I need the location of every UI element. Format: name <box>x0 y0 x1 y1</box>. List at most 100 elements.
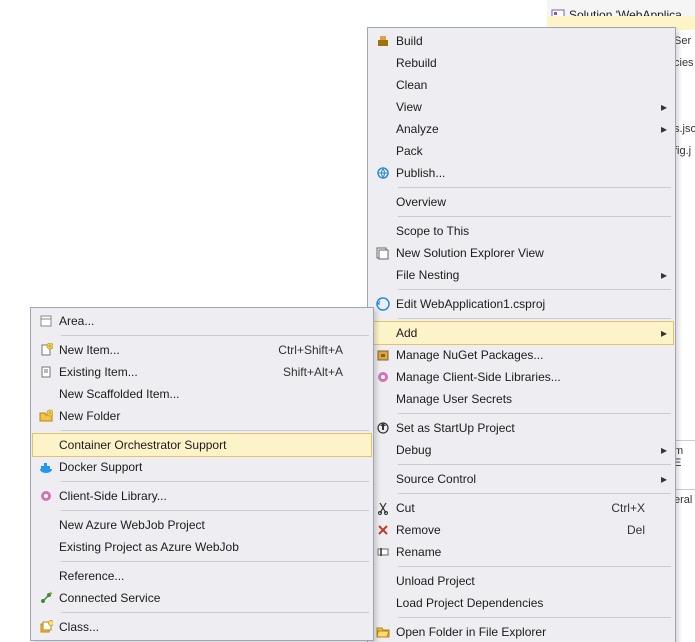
project-menu-item-source-control[interactable]: Source Control▸ <box>370 468 673 490</box>
no-icon <box>33 565 59 587</box>
project-menu-item-remove[interactable]: RemoveDel <box>370 519 673 541</box>
project-menu-item-new-solution-explorer-view[interactable]: New Solution Explorer View <box>370 242 673 264</box>
no-icon <box>33 434 59 456</box>
menu-item-label: Scope to This <box>396 224 645 238</box>
menu-separator <box>61 561 369 562</box>
no-icon <box>370 96 396 118</box>
menu-separator <box>61 335 369 336</box>
add-menu-item-class[interactable]: Class... <box>33 616 371 638</box>
add-menu-item-docker-support[interactable]: Docker Support <box>33 456 371 478</box>
menu-item-label: New Solution Explorer View <box>396 246 645 260</box>
add-menu-item-client-side-library[interactable]: Client-Side Library... <box>33 485 371 507</box>
project-menu-item-publish[interactable]: Publish... <box>370 162 673 184</box>
project-menu-item-open-folder-in-file-explorer[interactable]: Open Folder in File Explorer <box>370 621 673 642</box>
project-menu-item-pack[interactable]: Pack <box>370 140 673 162</box>
menu-item-label: Rename <box>396 545 645 559</box>
project-menu-item-add[interactable]: Add ▸ <box>369 321 674 345</box>
menu-separator <box>398 187 671 188</box>
build-icon <box>370 30 396 52</box>
add-menu-item-reference[interactable]: Reference... <box>33 565 371 587</box>
project-menu-item-rename[interactable]: Rename <box>370 541 673 563</box>
menu-item-shortcut: Ctrl+Shift+A <box>278 343 353 357</box>
project-menu-item-manage-user-secrets[interactable]: Manage User Secrets <box>370 388 673 410</box>
menu-item-label: Analyze <box>396 122 645 136</box>
no-icon <box>370 74 396 96</box>
menu-item-label: Build <box>396 34 645 48</box>
no-icon <box>370 140 396 162</box>
menu-item-label: Unload Project <box>396 574 645 588</box>
menu-item-label: Connected Service <box>59 591 343 605</box>
add-menu-item-new-item[interactable]: New Item...Ctrl+Shift+A <box>33 339 371 361</box>
project-menu-item-analyze[interactable]: Analyze ▸ <box>370 118 673 140</box>
no-icon <box>33 514 59 536</box>
add-submenu[interactable]: Area...New Item...Ctrl+Shift+AExisting I… <box>30 307 374 641</box>
menu-item-label: New Item... <box>59 343 278 357</box>
project-menu-item-scope-to-this[interactable]: Scope to This <box>370 220 673 242</box>
project-menu-item-debug[interactable]: Debug▸ <box>370 439 673 461</box>
submenu-arrow-icon: ▸ <box>655 443 673 457</box>
no-icon <box>370 118 396 140</box>
project-menu-item-manage-nuget-packages[interactable]: Manage NuGet Packages... <box>370 344 673 366</box>
existing-item-icon <box>33 361 59 383</box>
menu-item-shortcut: Del <box>627 523 655 537</box>
add-menu-item-new-azure-webjob-project[interactable]: New Azure WebJob Project <box>33 514 371 536</box>
project-context-menu[interactable]: Build Rebuild CleanView▸ Analyze ▸ PackPublis… <box>367 27 676 642</box>
menu-separator <box>61 612 369 613</box>
submenu-arrow-icon: ▸ <box>655 122 673 136</box>
menu-separator <box>61 510 369 511</box>
submenu-arrow-icon: ▸ <box>655 326 673 340</box>
add-menu-item-existing-project-as-azure-webjob[interactable]: Existing Project as Azure WebJob <box>33 536 371 558</box>
menu-item-label: Edit WebApplication1.csproj <box>396 297 645 311</box>
menu-item-label: Remove <box>396 523 627 537</box>
project-menu-item-clean[interactable]: Clean <box>370 74 673 96</box>
menu-separator <box>398 464 671 465</box>
project-menu-item-unload-project[interactable]: Unload Project <box>370 570 673 592</box>
menu-item-label: Overview <box>396 195 645 209</box>
menu-item-label: Manage User Secrets <box>396 392 645 406</box>
project-menu-item-cut[interactable]: CutCtrl+X <box>370 497 673 519</box>
submenu-arrow-icon: ▸ <box>655 268 673 282</box>
new-folder-icon <box>33 405 59 427</box>
submenu-arrow-icon: ▸ <box>655 100 673 114</box>
project-menu-item-file-nesting[interactable]: File Nesting ▸ <box>370 264 673 286</box>
no-icon <box>370 191 396 213</box>
add-menu-item-connected-service[interactable]: Connected Service <box>33 587 371 609</box>
project-menu-item-overview[interactable]: Overview <box>370 191 673 213</box>
menu-item-label: New Folder <box>59 409 343 423</box>
publish-icon <box>370 162 396 184</box>
menu-item-label: Area... <box>59 314 343 328</box>
project-menu-item-set-as-startup-project[interactable]: Set as StartUp Project <box>370 417 673 439</box>
new-item-icon <box>33 339 59 361</box>
menu-item-shortcut: Shift+Alt+A <box>283 365 353 379</box>
project-menu-item-edit-webapplication1-csproj[interactable]: Edit WebApplication1.csproj <box>370 293 673 315</box>
no-icon <box>33 383 59 405</box>
project-menu-item-rebuild[interactable]: Rebuild <box>370 52 673 74</box>
project-menu-item-load-project-dependencies[interactable]: Load Project Dependencies <box>370 592 673 614</box>
menu-item-label: Class... <box>59 620 343 634</box>
menu-item-label: Client-Side Library... <box>59 489 343 503</box>
menu-item-label: New Azure WebJob Project <box>59 518 343 532</box>
add-menu-item-new-scaffolded-item[interactable]: New Scaffolded Item... <box>33 383 371 405</box>
menu-item-label: Existing Project as Azure WebJob <box>59 540 343 554</box>
add-menu-item-new-folder[interactable]: New Folder <box>33 405 371 427</box>
menu-separator <box>61 430 369 431</box>
area-icon <box>33 310 59 332</box>
project-menu-item-build[interactable]: Build <box>370 30 673 52</box>
add-menu-item-container-orchestrator-support[interactable]: Container Orchestrator Support <box>32 433 372 457</box>
project-menu-item-manage-client-side-libraries[interactable]: Manage Client-Side Libraries... <box>370 366 673 388</box>
new-explorer-icon <box>370 242 396 264</box>
menu-item-label: Reference... <box>59 569 343 583</box>
menu-item-label: Rebuild <box>396 56 645 70</box>
menu-item-label: Existing Item... <box>59 365 283 379</box>
menu-separator <box>398 566 671 567</box>
project-menu-item-view[interactable]: View▸ <box>370 96 673 118</box>
menu-item-label: File Nesting <box>396 268 645 282</box>
add-menu-item-area[interactable]: Area... <box>33 310 371 332</box>
no-icon <box>370 220 396 242</box>
menu-item-label: Add <box>396 326 645 340</box>
menu-item-label: Manage Client-Side Libraries... <box>396 370 645 384</box>
add-menu-item-existing-item[interactable]: Existing Item...Shift+Alt+A <box>33 361 371 383</box>
class-icon <box>33 616 59 638</box>
menu-separator <box>398 216 671 217</box>
menu-item-label: Docker Support <box>59 460 343 474</box>
